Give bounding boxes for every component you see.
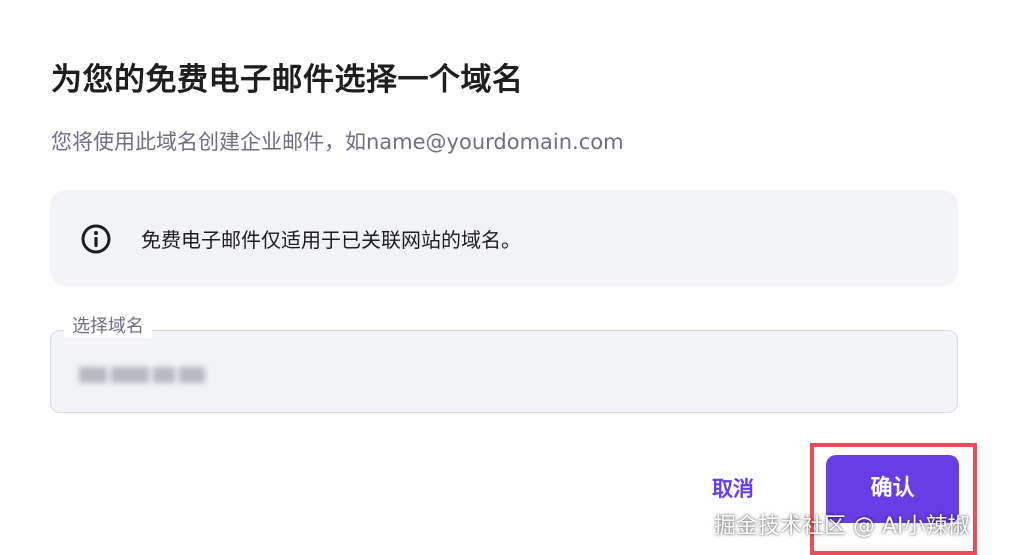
domain-select-field[interactable] [50, 330, 958, 413]
watermark-text: 掘金技术社区 @ AI小辣椒 [714, 514, 970, 539]
info-banner-text: 免费电子邮件仅适用于已关联网站的域名。 [141, 228, 521, 252]
domain-select-dialog: 为您的免费电子邮件选择一个域名 您将使用此域名创建企业邮件，如name@your… [0, 0, 1010, 555]
domain-select-label: 选择域名 [64, 316, 152, 338]
domain-value-blurred [79, 365, 205, 385]
info-circle-icon [81, 224, 111, 254]
cancel-button[interactable]: 取消 [700, 472, 766, 506]
dialog-title: 为您的免费电子邮件选择一个域名 [51, 62, 524, 98]
dialog-subtitle: 您将使用此域名创建企业邮件，如name@yourdomain.com [51, 130, 624, 154]
info-banner: 免费电子邮件仅适用于已关联网站的域名。 [50, 190, 958, 286]
